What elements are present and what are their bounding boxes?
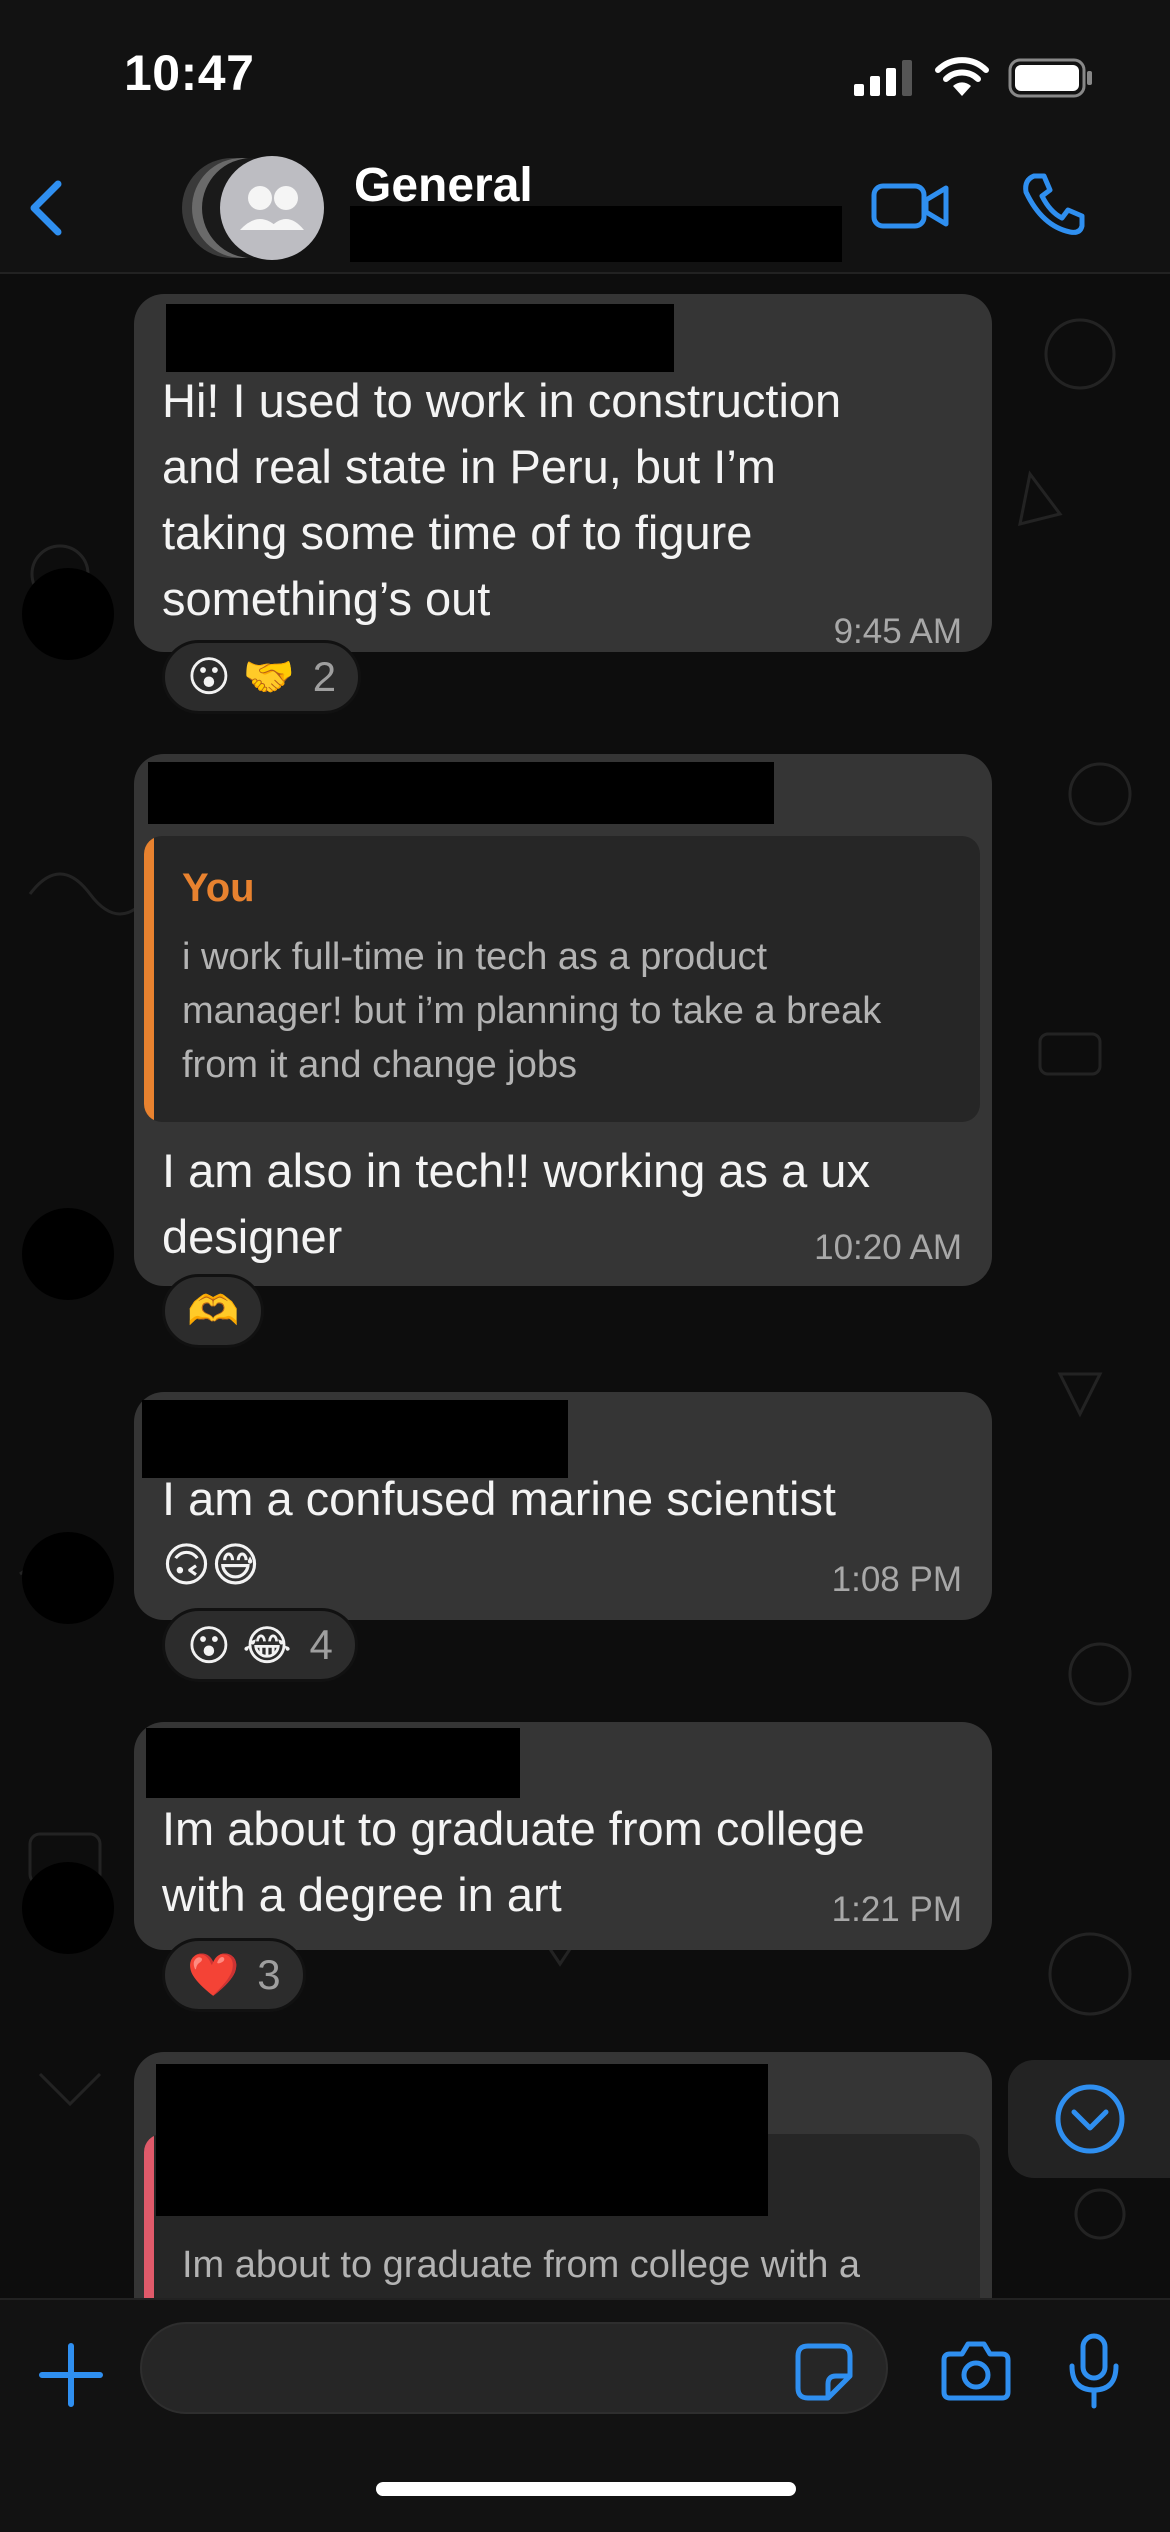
message-time: 10:20 AM xyxy=(814,1228,962,1267)
avatar[interactable] xyxy=(22,1208,114,1300)
reaction-count: 4 xyxy=(309,1621,333,1668)
plus-icon[interactable] xyxy=(36,2340,106,2410)
message-time: 1:21 PM xyxy=(831,1890,962,1929)
reaction-emojis: 😮 🤝 xyxy=(187,653,295,700)
redacted-sender xyxy=(166,304,674,372)
back-chevron-icon[interactable] xyxy=(22,178,72,238)
quote-author: You xyxy=(182,866,255,910)
message-bubble[interactable]: Im about to graduate from college with a xyxy=(134,2052,992,2298)
sticker-icon[interactable] xyxy=(794,2342,854,2402)
phone-call-icon[interactable] xyxy=(1020,170,1088,238)
scroll-down-icon xyxy=(1055,2084,1125,2154)
reaction-badge[interactable]: 😮 🤝 2 xyxy=(162,640,362,714)
message-input[interactable] xyxy=(140,2322,888,2414)
reaction-badge[interactable]: 🫶 xyxy=(162,1274,265,1348)
quote-accent-bar xyxy=(144,2134,154,2298)
reaction-emojis: 🫶 xyxy=(187,1286,240,1334)
reaction-count: 3 xyxy=(257,1951,281,1998)
message-bubble[interactable]: Im about to graduate from college with a… xyxy=(134,1722,992,1950)
battery-icon xyxy=(1008,58,1092,98)
reaction-badge[interactable]: ❤️ 3 xyxy=(162,1938,306,2012)
quote-accent-bar xyxy=(144,836,154,1122)
redacted-members xyxy=(350,206,842,262)
message-bubble[interactable]: I am a confused marine scientist 🙃😅 1:08… xyxy=(134,1392,992,1620)
message-list[interactable]: Hi! I used to work in construction and r… xyxy=(0,274,1170,2298)
wifi-icon xyxy=(935,57,989,96)
group-avatar-icon[interactable] xyxy=(180,154,340,262)
camera-icon[interactable] xyxy=(940,2338,1012,2402)
avatar[interactable] xyxy=(22,1532,114,1624)
message-bubble[interactable]: You i work full-time in tech as a produc… xyxy=(134,754,992,1286)
message-time: 1:08 PM xyxy=(831,1560,962,1599)
chat-title[interactable]: General xyxy=(354,158,533,213)
quoted-message[interactable]: You i work full-time in tech as a produc… xyxy=(144,836,980,1122)
status-time: 10:47 xyxy=(124,45,255,101)
redacted-sender xyxy=(156,2064,768,2216)
quote-text: Im about to graduate from college with a xyxy=(182,2244,861,2286)
chat-header: General xyxy=(0,140,1170,274)
status-bar: 10:47 xyxy=(0,0,1170,140)
scroll-down-button[interactable] xyxy=(1008,2060,1170,2178)
quote-text: i work full-time in tech as a product ma… xyxy=(182,936,882,1086)
home-indicator[interactable] xyxy=(376,2482,796,2496)
message-text: Hi! I used to work in construction and r… xyxy=(162,374,842,625)
microphone-icon[interactable] xyxy=(1066,2332,1122,2410)
cellular-signal-icon xyxy=(854,60,912,96)
avatar[interactable] xyxy=(22,1862,114,1954)
reaction-count: 2 xyxy=(312,653,337,700)
redacted-sender xyxy=(148,762,774,824)
reaction-emojis: 😮 😂 xyxy=(187,1621,292,1669)
avatar[interactable] xyxy=(22,568,114,660)
video-call-icon[interactable] xyxy=(870,174,950,236)
redacted-sender xyxy=(146,1728,520,1798)
reaction-emojis: ❤️ xyxy=(187,1950,240,1998)
message-bubble[interactable]: Hi! I used to work in construction and r… xyxy=(134,294,992,652)
message-composer xyxy=(0,2298,1170,2532)
message-time: 9:45 AM xyxy=(833,612,962,651)
reaction-badge[interactable]: 😮 😂 4 xyxy=(162,1608,358,1682)
